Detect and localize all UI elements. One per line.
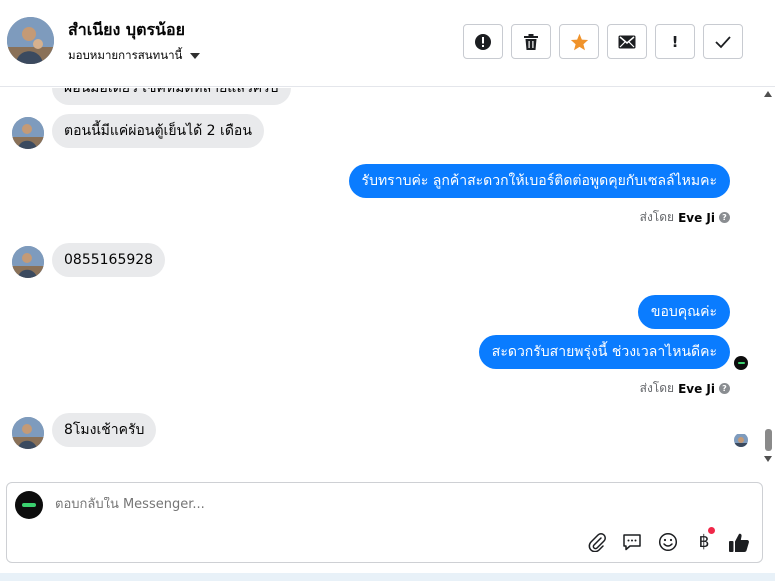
incoming-message: 0855165928 [52, 243, 166, 277]
sender-name: Eve Ji [678, 381, 715, 396]
payment-button[interactable]: ฿ [692, 527, 716, 553]
star-icon [570, 33, 588, 50]
sender-avatar [12, 117, 44, 149]
report-button[interactable] [463, 24, 503, 59]
follow-up-button[interactable]: ! [655, 24, 695, 59]
contact-name: สำเนียง บุตรน้อย [68, 20, 185, 39]
messenger-inbox-window: สำเนียง บุตรน้อย มอบหมายการสนทนานี้ ! ผ่… [0, 0, 775, 581]
envelope-icon [618, 35, 636, 48]
page-footer-band [0, 573, 775, 581]
emoji-icon [658, 532, 678, 552]
thread-scrollbar[interactable] [762, 88, 775, 470]
page-avatar [15, 491, 43, 519]
sent-by-prefix: ส่งโดย [639, 381, 675, 395]
reply-composer: ฿ [6, 482, 763, 563]
saved-reply-icon [623, 534, 641, 551]
thumbs-up-icon [729, 533, 749, 552]
scroll-up-icon[interactable] [764, 91, 772, 97]
message-thread[interactable]: ผ่อนมือเดียว เซ็คหมดหลายแล้วครับ ตอนนี้ม… [0, 88, 762, 470]
delete-button[interactable] [511, 24, 551, 59]
exclamation-icon: ! [671, 32, 679, 51]
trash-icon [524, 33, 538, 50]
attach-button[interactable] [585, 531, 609, 553]
scroll-thumb[interactable] [765, 429, 772, 451]
check-icon [715, 35, 731, 48]
help-icon[interactable]: ? [719, 212, 730, 223]
emoji-button[interactable] [656, 531, 680, 553]
alert-circle-icon [475, 33, 491, 50]
scroll-down-icon[interactable] [764, 456, 772, 462]
like-button[interactable] [727, 531, 751, 553]
sent-by-label: ส่งโดย Eve Ji ? [640, 379, 730, 398]
mark-unread-button[interactable] [607, 24, 647, 59]
sender-avatar [12, 246, 44, 278]
reply-input[interactable] [55, 497, 655, 512]
done-button[interactable] [703, 24, 743, 59]
incoming-message: ตอนนี้มีแค่ผ่อนตู้เย็นได้ 2 เดือน [52, 114, 264, 148]
outgoing-message: ขอบคุณค่ะ [637, 295, 730, 329]
star-button[interactable] [559, 24, 599, 59]
help-icon[interactable]: ? [719, 383, 730, 394]
seen-avatar [734, 356, 748, 370]
assign-label: มอบหมายการสนทนานี้ [68, 48, 183, 62]
sent-by-label: ส่งโดย Eve Ji ? [640, 208, 730, 227]
sender-avatar [12, 417, 44, 449]
incoming-message: 8โมงเช้าครับ [52, 413, 157, 447]
sent-by-prefix: ส่งโดย [639, 210, 675, 224]
caret-down-icon [190, 53, 201, 59]
conversation-header: สำเนียง บุตรน้อย มอบหมายการสนทนานี้ ! [0, 0, 775, 87]
assign-conversation-dropdown[interactable]: มอบหมายการสนทนานี้ [68, 47, 201, 65]
contact-avatar[interactable] [7, 17, 54, 64]
saved-reply-button[interactable] [620, 531, 644, 553]
baht-payment-icon: ฿ [698, 532, 710, 552]
read-receipt-avatar [734, 433, 748, 447]
sender-name: Eve Ji [678, 210, 715, 225]
incoming-message: ผ่อนมือเดียว เซ็คหมดหลายแล้วครับ [52, 88, 291, 105]
outgoing-message: สะดวกรับสายพรุ่งนี้ ช่วงเวลาไหนดีคะ [478, 335, 730, 369]
outgoing-message: รับทราบค่ะ ลูกค้าสะดวกให้เบอร์ติดต่อพูดค… [348, 164, 730, 198]
notification-dot [708, 527, 715, 534]
paperclip-icon [588, 533, 606, 552]
